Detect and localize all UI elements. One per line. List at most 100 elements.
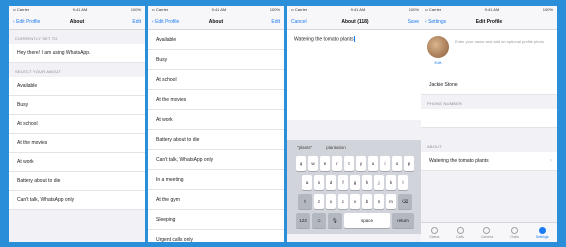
about-option[interactable]: In a meeting bbox=[148, 170, 284, 190]
about-option[interactable]: At school bbox=[9, 115, 145, 134]
key-c[interactable]: c bbox=[338, 194, 348, 209]
clock: 9:41 AM bbox=[484, 7, 500, 12]
about-option[interactable]: Busy bbox=[9, 96, 145, 115]
tab-bar: Status Calls Camera Chats Settings bbox=[421, 222, 557, 242]
key-f[interactable]: f bbox=[338, 175, 348, 190]
key-j[interactable]: j bbox=[374, 175, 384, 190]
tab-calls[interactable]: Calls bbox=[456, 226, 464, 239]
current-about-row[interactable]: Hey there! I am using WhatsApp. bbox=[9, 44, 145, 63]
about-option[interactable]: Battery about to die bbox=[148, 130, 284, 150]
about-option[interactable]: Available bbox=[9, 77, 145, 96]
page-title: About bbox=[208, 18, 224, 25]
about-options-list: Available Busy At school At the movies A… bbox=[148, 30, 284, 242]
key-a[interactable]: a bbox=[302, 175, 312, 190]
clock: 9:41 AM bbox=[350, 7, 366, 12]
current-section-header: Currently set to bbox=[15, 36, 58, 41]
tab-status[interactable]: Status bbox=[429, 226, 439, 239]
tab-settings[interactable]: Settings bbox=[536, 226, 549, 239]
key-b[interactable]: b bbox=[362, 194, 372, 209]
select-section-header: Select your About bbox=[15, 69, 62, 74]
tab-camera[interactable]: Camera bbox=[480, 226, 494, 239]
about-text-value: Watering the tomato plants bbox=[294, 36, 354, 43]
back-button[interactable]: ‹ Settings bbox=[425, 19, 465, 25]
edit-about-screen: •• Carrier 9:41 AM 100% Cancel About (11… bbox=[287, 6, 423, 242]
key-row-4: 123 ☺ 🎙 space return bbox=[290, 213, 420, 228]
nav-bar: ‹ Settings Edit Profile bbox=[421, 14, 557, 30]
about-option[interactable]: At work bbox=[9, 153, 145, 172]
key-x[interactable]: x bbox=[326, 194, 336, 209]
tab-label: Calls bbox=[456, 234, 464, 239]
back-button[interactable]: ‹ Edit Profile bbox=[13, 19, 53, 25]
about-option[interactable]: Available bbox=[148, 30, 284, 50]
about-option[interactable]: Can't talk, WhatsApp only bbox=[148, 150, 284, 170]
key-i[interactable]: i bbox=[380, 156, 390, 171]
save-button[interactable]: Save bbox=[379, 19, 419, 25]
shift-key[interactable]: ⇧ bbox=[298, 194, 312, 209]
about-text-field[interactable]: Watering the tomato plants bbox=[287, 30, 423, 120]
about-option[interactable]: At the gym bbox=[148, 190, 284, 210]
tab-label: Camera bbox=[480, 234, 494, 239]
key-v[interactable]: v bbox=[350, 194, 360, 209]
emoji-key[interactable]: ☺ bbox=[312, 213, 326, 228]
return-key[interactable]: return bbox=[392, 213, 414, 228]
key-l[interactable]: l bbox=[398, 175, 408, 190]
about-row[interactable]: Watering the tomato plants › bbox=[421, 152, 557, 171]
key-e[interactable]: e bbox=[320, 156, 330, 171]
carrier-label: •• Carrier bbox=[425, 7, 442, 12]
about-options-list: Available Busy At school At the movies A… bbox=[9, 77, 145, 210]
chat-icon bbox=[511, 226, 519, 234]
key-d[interactable]: d bbox=[326, 175, 336, 190]
edit-photo-link[interactable]: Edit bbox=[427, 60, 449, 65]
key-t[interactable]: t bbox=[344, 156, 354, 171]
status-bar: •• Carrier 9:41 AM 100% bbox=[421, 6, 557, 14]
key-row-3: ⇧ z x c v b n m ⌫ bbox=[290, 194, 420, 209]
about-option[interactable]: At work bbox=[148, 110, 284, 130]
key-o[interactable]: o bbox=[392, 156, 402, 171]
key-u[interactable]: u bbox=[368, 156, 378, 171]
key-k[interactable]: k bbox=[386, 175, 396, 190]
key-p[interactable]: p bbox=[404, 156, 414, 171]
key-s[interactable]: s bbox=[314, 175, 324, 190]
key-n[interactable]: n bbox=[374, 194, 384, 209]
space-key[interactable]: space bbox=[344, 213, 390, 228]
about-option[interactable]: Can't talk, WhatsApp only bbox=[9, 191, 145, 210]
key-m[interactable]: m bbox=[386, 194, 396, 209]
carrier-label: •• Carrier bbox=[291, 7, 308, 12]
edit-button[interactable]: Edit bbox=[101, 19, 141, 25]
about-option[interactable]: Sleeping bbox=[148, 210, 284, 230]
text-caret bbox=[353, 36, 355, 42]
keyboard: q w e r t y u i o p a s d f g h j k l ⇧ … bbox=[287, 154, 423, 234]
avatar-group: Edit bbox=[427, 36, 449, 65]
key-w[interactable]: w bbox=[308, 156, 318, 171]
numbers-key[interactable]: 123 bbox=[296, 213, 310, 228]
back-button[interactable]: ‹ Edit Profile bbox=[152, 19, 192, 25]
camera-icon bbox=[483, 226, 491, 234]
key-r[interactable]: r bbox=[332, 156, 342, 171]
carrier-label: •• Carrier bbox=[152, 7, 169, 12]
key-q[interactable]: q bbox=[296, 156, 306, 171]
about-option[interactable]: Urgent calls only bbox=[148, 230, 284, 242]
about-list-screen: •• Carrier 9:41 AM 100% ‹ Edit Profile A… bbox=[148, 6, 284, 242]
about-option[interactable]: At the movies bbox=[148, 90, 284, 110]
status-bar: •• Carrier 9:41 AM 100% bbox=[9, 6, 145, 14]
key-h[interactable]: h bbox=[362, 175, 372, 190]
edit-button[interactable]: Edit bbox=[240, 19, 280, 25]
delete-key[interactable]: ⌫ bbox=[398, 194, 412, 209]
cancel-button[interactable]: Cancel bbox=[291, 19, 331, 25]
avatar[interactable] bbox=[427, 36, 449, 58]
name-field[interactable]: Jackie Stone bbox=[421, 76, 557, 95]
about-option[interactable]: Battery about to die bbox=[9, 172, 145, 191]
about-option[interactable]: Busy bbox=[148, 50, 284, 70]
key-g[interactable]: g bbox=[350, 175, 360, 190]
key-z[interactable]: z bbox=[314, 194, 324, 209]
suggestion[interactable]: "plants" bbox=[297, 145, 312, 150]
nav-bar: ‹ Edit Profile About Edit bbox=[148, 14, 284, 30]
about-option[interactable]: At the movies bbox=[9, 134, 145, 153]
tab-chats[interactable]: Chats bbox=[510, 226, 519, 239]
suggestion[interactable]: plantation bbox=[326, 145, 346, 150]
page-title: Edit Profile bbox=[475, 18, 503, 25]
mic-key[interactable]: 🎙 bbox=[328, 213, 342, 228]
key-y[interactable]: y bbox=[356, 156, 366, 171]
about-option[interactable]: At school bbox=[148, 70, 284, 90]
carrier-label: •• Carrier bbox=[13, 7, 30, 12]
